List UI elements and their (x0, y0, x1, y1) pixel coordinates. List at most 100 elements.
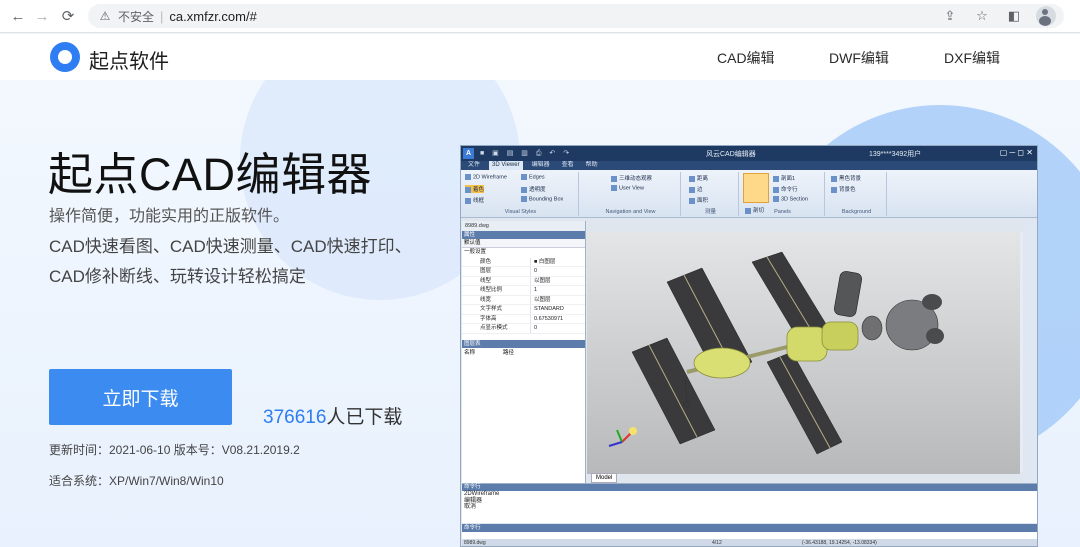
properties-group: 一般设置 (464, 249, 487, 255)
property-value: ■ 白图层 (530, 257, 585, 266)
property-value: 以图层 (530, 295, 585, 304)
ribbon-item: 三维动态观察 (611, 174, 652, 182)
ribbon-group-label: Visual Styles (504, 209, 537, 215)
property-row: 文字样式 STANDARD (462, 305, 585, 315)
layers-header: 图层表 (462, 339, 585, 348)
status-file: 8989.dwg (464, 540, 486, 546)
ribbon-item: 着色 (465, 185, 485, 193)
ribbon-item: 2D Wireframe (465, 174, 507, 180)
hero-subtitle: 操作简便，功能实用的正版软件。 (49, 208, 290, 225)
ribbon-group-label: Navigation and View (605, 209, 656, 215)
status-coordinates: (-36.43188, 19.14254, -13.08334) (802, 540, 877, 546)
system-requirements: 适合系统：XP/Win7/Win8/Win10 (49, 474, 224, 488)
reload-icon[interactable]: ⟳ (57, 5, 79, 27)
address-bar-actions: ⇪ ☆ ◧ (940, 6, 1056, 26)
command-history-header: 命令行 (462, 484, 1037, 491)
cad-ribbon: 2D Wireframe Edges 着色 透明度 线框 Bounding Bo… (461, 170, 1037, 218)
insecure-label: 不安全 (118, 9, 155, 24)
cad-app-icon: A (463, 148, 474, 159)
property-key: 文字样式 (480, 306, 503, 312)
property-row: 线型 以图层 (462, 276, 585, 286)
property-row: 颜色 ■ 白图层 (462, 257, 585, 267)
ribbon-group-background: 黑色背景 背景色 Background (827, 172, 887, 216)
url-text[interactable]: ca.xmfzr.com/# (169, 9, 256, 24)
address-bar[interactable]: ⚠ 不安全 | ca.xmfzr.com/# ⇪ ☆ ◧ (88, 4, 1064, 28)
arrow-left-icon[interactable]: ← (7, 5, 29, 27)
download-button[interactable]: 立即下载 (49, 369, 232, 425)
property-row: 点显示模式 0 (462, 324, 585, 334)
download-count-number: 376616 (263, 407, 327, 428)
cad-window-title: 风云CAD编辑器 (706, 151, 756, 158)
hero-title: 起点CAD编辑器 (48, 149, 373, 200)
property-value: 0 (530, 267, 585, 276)
ribbon-group-label: Background (841, 209, 872, 215)
command-line: 取消 (464, 504, 477, 510)
model-tab: Model (591, 473, 618, 483)
ribbon-item: 黑色背景 (831, 174, 861, 182)
cad-3d-viewport (587, 232, 1020, 474)
cad-user-label: 139****3492用户 (869, 151, 922, 158)
share-icon[interactable]: ⇪ (940, 6, 960, 26)
command-input (462, 532, 1037, 539)
ribbon-item: Edges (521, 174, 545, 180)
layers-col-name: 名称 (464, 349, 476, 356)
ribbon-group-label: Panels (774, 209, 791, 215)
ribbon-group-panels: 剖切 剖面1 命令行 3D Section Panels (741, 172, 825, 216)
status-page: 4/12 (712, 540, 722, 546)
document-tab: 8989.dwg (462, 221, 585, 231)
profile-avatar-icon[interactable] (1036, 6, 1056, 26)
site-header: 起点软件 CAD编辑 DWF编辑 DXF编辑 (0, 34, 1080, 80)
property-key: 字体高 (480, 315, 497, 322)
cad-status-bar: 8989.dwg 4/12 (-36.43188, 19.14254, -13.… (462, 539, 1037, 546)
property-value: STANDARD (530, 305, 585, 314)
ribbon-item: Bounding Box (521, 196, 563, 202)
logo-icon[interactable] (50, 42, 80, 72)
layers-col-path: 路径 (503, 349, 515, 356)
arrow-right-icon[interactable]: → (31, 5, 53, 27)
cad-tab-editor: 编辑器 (531, 162, 550, 168)
download-count: 376616人已下载 (263, 402, 402, 429)
browser-toolbar: ← → ⟳ ⚠ 不安全 | ca.xmfzr.com/# ⇪ ☆ ◧ (0, 0, 1080, 33)
nav-dxf-edit[interactable]: DXF编辑 (944, 48, 1000, 68)
property-key: 点显示模式 (480, 325, 508, 331)
property-row: 字体高 0.67530971 (462, 314, 585, 324)
ribbon-item: 3D Section (773, 196, 808, 202)
property-key: 线型比例 (480, 287, 503, 293)
ribbon-item: User View (611, 185, 644, 191)
warning-icon[interactable]: ⚠ (98, 9, 112, 23)
nav-cad-edit[interactable]: CAD编辑 (717, 48, 775, 68)
property-value: 0 (530, 324, 585, 333)
download-count-suffix: 人已下载 (326, 407, 403, 428)
nav-dwf-edit[interactable]: DWF编辑 (829, 48, 889, 68)
update-info: 更新时间：2021-06-10 版本号：V08.21.2019.2 (49, 443, 300, 457)
properties-select: 默认值 (462, 239, 585, 248)
ribbon-group-visual-styles: 2D Wireframe Edges 着色 透明度 线框 Bounding Bo… (463, 172, 579, 216)
feature-line-2: CAD修补断线、玩转设计轻松搞定 (49, 267, 306, 286)
ribbon-item: 剖面1 (773, 174, 795, 182)
property-key: 图层 (480, 268, 492, 274)
logo-text[interactable]: 起点软件 (89, 45, 169, 74)
properties-header: 属性 (462, 231, 585, 239)
ribbon-item: 背景色 (831, 185, 856, 193)
property-row: 线宽 以图层 (462, 295, 585, 305)
axis-gizmo-icon (608, 427, 637, 447)
quick-access-toolbar: ■ ▣ ▤ ▥ ⎙ ↶ ↷ (480, 150, 573, 157)
cad-app-screenshot: A ■ ▣ ▤ ▥ ⎙ ↶ ↷ 风云CAD编辑器 139****3492用户 ▢… (460, 145, 1038, 547)
property-row: 线型比例 1 (462, 286, 585, 296)
layers-columns: 名称 路径 (462, 348, 585, 358)
ribbon-group-measure: 距离 边 面积 测量 (683, 172, 739, 216)
cad-titlebar: A ■ ▣ ▤ ▥ ⎙ ↶ ↷ 风云CAD编辑器 139****3492用户 ▢… (461, 146, 1037, 161)
cad-tab-3dviewer: 3D Viewer (489, 161, 523, 170)
star-icon[interactable]: ☆ (972, 6, 992, 26)
window-controls-icon: ▢ ─ ◻ ✕ (999, 148, 1033, 157)
property-value: 0.67530971 (530, 314, 585, 323)
property-value: 1 (530, 286, 585, 295)
ribbon-item: 透明度 (521, 185, 546, 193)
cad-tab-file: 文件 (468, 162, 481, 168)
property-key: 颜色 (480, 258, 492, 265)
sidebar-icon[interactable]: ◧ (1004, 6, 1024, 26)
ribbon-item: 边 (689, 185, 703, 193)
cad-left-panel: 8989.dwg 属性 默认值 一般设置 颜色 ■ 白图层 图层 0 线型 以图层 线… (462, 221, 586, 483)
property-row: 图层 0 (462, 267, 585, 277)
cad-tab-view: 查看 (561, 162, 574, 168)
